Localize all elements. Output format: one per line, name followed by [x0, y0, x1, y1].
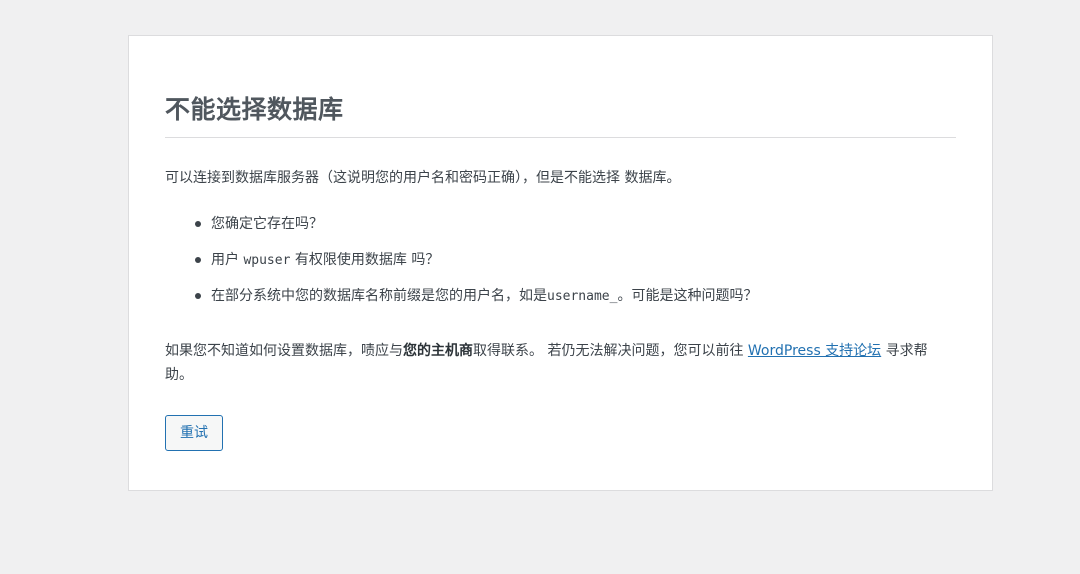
- hosting-provider-text: 您的主机商: [403, 343, 473, 359]
- help-text-part: 如果您不知道如何设置数据库，啧应与: [165, 343, 403, 359]
- support-forum-link[interactable]: WordPress 支持论坛: [748, 343, 881, 359]
- error-card: 不能选择数据库 可以连接到数据库服务器（这说明您的用户名和密码正确），但是不能选…: [128, 35, 993, 491]
- checklist-item-text: 用户: [211, 252, 244, 268]
- checklist: 您确定它存在吗？ 用户 wpuser 有权限使用数据库 吗？ 在部分系统中您的数…: [165, 212, 757, 320]
- checklist-item-text: 。可能是这种问题吗？: [617, 288, 758, 304]
- checklist-item-text: 在部分系统中您的数据库名称前缀是您的用户名，如是: [211, 288, 547, 304]
- help-text: 如果您不知道如何设置数据库，啧应与您的主机商取得联系。 若仍无法解决问题，您可以…: [165, 339, 955, 387]
- page-title: 不能选择数据库: [165, 95, 344, 124]
- intro-text: 可以连接到数据库服务器（这说明您的用户名和密码正确），但是不能选择 数据库。: [165, 170, 681, 186]
- title-divider: [165, 137, 956, 138]
- checklist-item-prefix: 在部分系统中您的数据库名称前缀是您的用户名，如是username_。可能是这种问…: [194, 284, 758, 308]
- retry-button[interactable]: 重试: [165, 415, 223, 451]
- username-prefix-code: username_: [547, 289, 618, 304]
- help-text-part: 取得联系。 若仍无法解决问题，您可以前往: [473, 343, 748, 359]
- checklist-item-permission: 用户 wpuser 有权限使用数据库 吗？: [194, 248, 757, 272]
- checklist-item-text: 有权限使用数据库 吗？: [290, 252, 440, 268]
- db-user-code: wpuser: [243, 253, 291, 268]
- checklist-item-text: 您确定它存在吗？: [211, 216, 323, 232]
- checklist-item-exists: 您确定它存在吗？: [194, 212, 757, 236]
